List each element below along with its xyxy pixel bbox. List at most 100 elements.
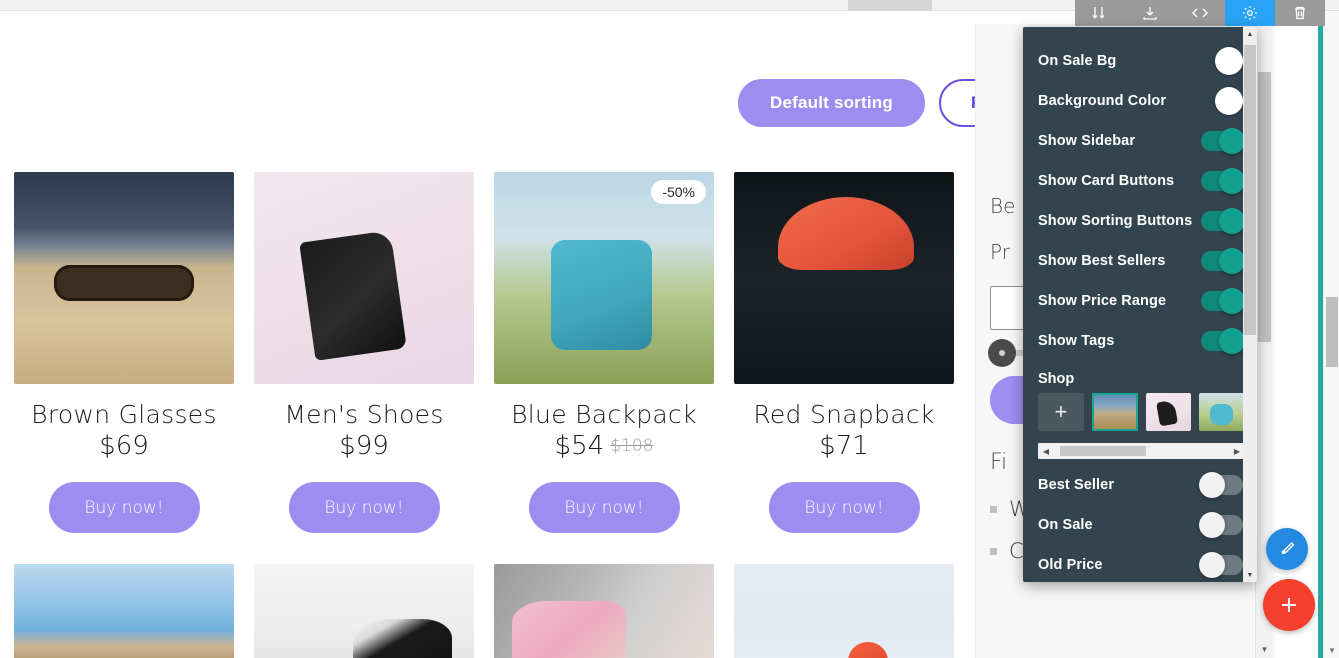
product-photo-beach	[14, 564, 234, 658]
product-photo-mens-shoes	[254, 172, 474, 384]
toggle-show-sorting-buttons[interactable]	[1201, 208, 1245, 234]
product-image[interactable]	[254, 564, 474, 658]
product-price: $69	[14, 431, 234, 461]
bullet-icon	[990, 547, 997, 555]
color-swatch-background-color[interactable]	[1215, 87, 1243, 115]
gear-icon[interactable]	[1225, 0, 1275, 26]
settings-popover: On Sale Bg Background Color Show Sidebar…	[1023, 27, 1257, 582]
toggle-old-price[interactable]	[1199, 552, 1243, 578]
product-price: $99	[254, 431, 474, 461]
page-horizontal-scrollbar-thumb[interactable]	[848, 0, 932, 11]
product-title: Blue Backpack	[511, 400, 697, 429]
add-fab[interactable]	[1263, 579, 1315, 631]
setting-row-on-sale-bg[interactable]: On Sale Bg	[1023, 41, 1257, 81]
scroll-up-icon[interactable]: ▲	[1243, 27, 1257, 41]
setting-row-on-sale[interactable]: On Sale	[1023, 505, 1257, 545]
product-card[interactable]: Brown Glasses $69 Buy now!	[14, 172, 234, 533]
price-range-slider-knob[interactable]	[988, 339, 1016, 367]
popover-scrollbar-thumb[interactable]	[1244, 45, 1256, 335]
product-image[interactable]	[14, 564, 234, 658]
product-image[interactable]: -50%	[494, 172, 714, 384]
toggle-show-sidebar[interactable]	[1201, 128, 1245, 154]
product-price-old: $108	[610, 436, 654, 456]
scroll-down-icon[interactable]: ▼	[1324, 642, 1339, 658]
product-price-current: $69	[99, 431, 149, 461]
setting-label: Background Color	[1038, 93, 1167, 109]
scroll-left-icon[interactable]: ◀	[1038, 443, 1054, 459]
toggle-show-best-sellers[interactable]	[1201, 248, 1245, 274]
setting-label: Best Seller	[1038, 477, 1115, 493]
setting-label: On Sale	[1038, 517, 1093, 533]
setting-row-old-price[interactable]: Old Price	[1023, 545, 1257, 582]
app-root: Default sorting Price: low t Brown Glass…	[0, 0, 1339, 658]
product-price: $71	[734, 431, 954, 461]
setting-label: Show Price Range	[1038, 293, 1167, 309]
product-price-current: $99	[339, 431, 389, 461]
setting-row-best-seller[interactable]: Best Seller	[1023, 465, 1257, 505]
add-thumbnail-button[interactable]: +	[1038, 393, 1084, 431]
product-image[interactable]	[14, 172, 234, 384]
sort-button-default[interactable]: Default sorting	[738, 79, 925, 127]
product-card[interactable]: -50% Blue Backpack $54 $108 Buy now!	[494, 172, 714, 533]
setting-row-show-sorting-buttons[interactable]: Show Sorting Buttons	[1023, 201, 1257, 241]
product-photo-sneakers	[254, 564, 474, 658]
toggle-best-seller[interactable]	[1199, 472, 1243, 498]
setting-label: Show Sorting Buttons	[1038, 213, 1193, 229]
setting-row-background-color[interactable]: Background Color	[1023, 81, 1257, 121]
thumbnail-backpack[interactable]	[1199, 393, 1245, 431]
product-photo-sky-cap	[734, 564, 954, 658]
setting-label: Old Price	[1038, 557, 1103, 573]
app-vertical-scrollbar[interactable]: ▼	[1323, 12, 1339, 658]
code-icon[interactable]	[1175, 0, 1225, 26]
buy-now-button[interactable]: Buy now!	[528, 482, 680, 533]
product-image[interactable]	[494, 564, 714, 658]
setting-label: Show Tags	[1038, 333, 1115, 349]
bullet-icon	[990, 505, 997, 513]
product-grid: Brown Glasses $69 Buy now! Men's Shoes $…	[14, 172, 954, 533]
move-down-icon[interactable]	[1075, 0, 1125, 26]
setting-label: Show Best Sellers	[1038, 253, 1166, 269]
setting-row-show-card-buttons[interactable]: Show Card Buttons	[1023, 161, 1257, 201]
product-image[interactable]	[734, 172, 954, 384]
color-swatch-on-sale-bg[interactable]	[1215, 47, 1243, 75]
sort-button-default-label: Default sorting	[770, 93, 893, 112]
thumbnail-shoe[interactable]	[1145, 393, 1192, 431]
buy-now-button[interactable]: Buy now!	[48, 482, 200, 533]
brush-fab[interactable]	[1266, 528, 1308, 570]
sidebar-scrollbar-thumb[interactable]	[1258, 72, 1271, 342]
scroll-down-icon[interactable]: ▼	[1256, 641, 1273, 658]
buy-now-button[interactable]: Buy now!	[288, 482, 440, 533]
product-price: $54 $108	[494, 431, 714, 461]
setting-row-show-tags[interactable]: Show Tags	[1023, 321, 1257, 361]
shop-thumbnail-strip: +	[1023, 393, 1257, 431]
app-scrollbar-thumb[interactable]	[1326, 297, 1338, 367]
product-title: Brown Glasses	[31, 400, 217, 429]
product-card[interactable]: Men's Shoes $99 Buy now!	[254, 172, 474, 533]
setting-row-show-price-range[interactable]: Show Price Range	[1023, 281, 1257, 321]
product-image[interactable]	[254, 172, 474, 384]
thumbnail-horizontal-scrollbar[interactable]: ◀ ▶	[1038, 443, 1245, 459]
popover-vertical-scrollbar[interactable]: ▲ ▼	[1243, 27, 1257, 582]
plus-icon: +	[1054, 399, 1068, 424]
setting-label: Show Sidebar	[1038, 133, 1136, 149]
product-card[interactable]: Red Snapback $71 Buy now!	[734, 172, 954, 533]
setting-label: On Sale Bg	[1038, 53, 1117, 69]
thumbnail-scrollbar-thumb[interactable]	[1060, 446, 1146, 456]
buy-now-button[interactable]: Buy now!	[768, 482, 920, 533]
toggle-on-sale[interactable]	[1199, 512, 1243, 538]
scroll-down-icon[interactable]: ▼	[1243, 568, 1257, 582]
setting-row-show-best-sellers[interactable]: Show Best Sellers	[1023, 241, 1257, 281]
product-photo-brown-glasses	[14, 172, 234, 384]
element-toolbar	[1075, 0, 1325, 26]
toggle-show-card-buttons[interactable]	[1201, 168, 1245, 194]
product-photo-pink-backpack	[494, 564, 714, 658]
download-icon[interactable]	[1125, 0, 1175, 26]
thumbnail-city[interactable]	[1091, 393, 1138, 431]
toggle-show-tags[interactable]	[1201, 328, 1245, 354]
setting-row-show-sidebar[interactable]: Show Sidebar	[1023, 121, 1257, 161]
product-image[interactable]	[734, 564, 954, 658]
trash-icon[interactable]	[1275, 0, 1325, 26]
settings-popover-body: On Sale Bg Background Color Show Sidebar…	[1023, 27, 1257, 582]
toggle-show-price-range[interactable]	[1201, 288, 1245, 314]
product-price-current: $54	[554, 431, 605, 461]
